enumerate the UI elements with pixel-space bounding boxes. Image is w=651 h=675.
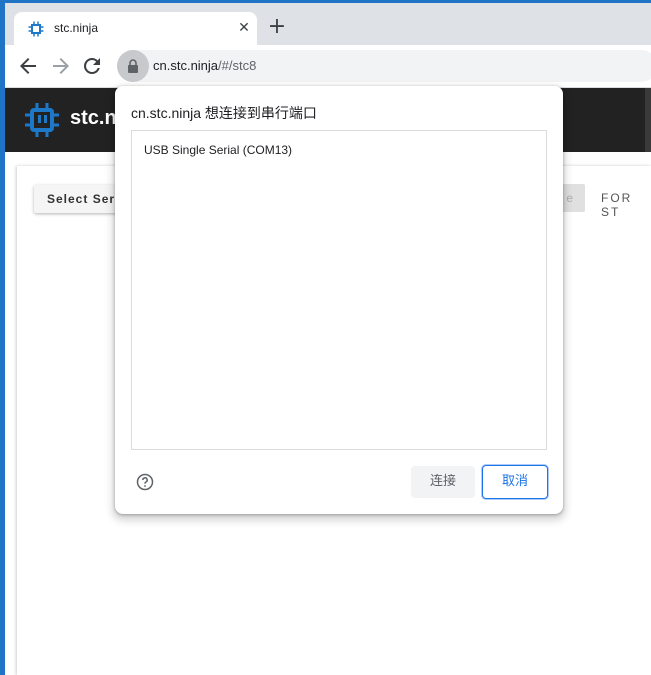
reload-icon[interactable] (80, 54, 104, 78)
site-info-button[interactable] (117, 50, 149, 82)
dialog-title: cn.stc.ninja 想连接到串行端口 (131, 105, 317, 121)
serial-port-dialog: cn.stc.ninja 想连接到串行端口 USB Single Serial … (115, 86, 563, 514)
chip-logo-icon (25, 103, 59, 137)
port-list: USB Single Serial (COM13) (131, 130, 547, 450)
back-arrow-icon[interactable] (16, 54, 40, 78)
lock-icon (128, 59, 138, 73)
tab-title: stc.ninja (54, 21, 99, 35)
address-bar[interactable]: cn.stc.ninja/#/stc8 (117, 50, 651, 82)
browser-toolbar: cn.stc.ninja/#/stc8 (5, 45, 651, 88)
tab-strip: stc.ninja ✕ + (5, 3, 651, 46)
port-list-item[interactable]: USB Single Serial (COM13) (144, 143, 292, 157)
for-label: FOR ST (601, 191, 633, 219)
chip-icon (28, 21, 44, 37)
header-divider (645, 88, 651, 152)
close-icon[interactable]: ✕ (236, 20, 252, 36)
tab-stc-ninja[interactable]: stc.ninja ✕ (14, 12, 257, 46)
url-host: cn.stc.ninja (153, 58, 219, 73)
connect-button[interactable]: 连接 (411, 466, 475, 498)
help-icon[interactable] (136, 473, 154, 491)
url-text: cn.stc.ninja/#/stc8 (153, 58, 256, 73)
forward-arrow-icon[interactable] (49, 54, 73, 78)
cancel-button[interactable]: 取消 (482, 465, 548, 499)
url-path: /#/stc8 (218, 58, 257, 73)
new-tab-button[interactable]: + (267, 16, 287, 38)
